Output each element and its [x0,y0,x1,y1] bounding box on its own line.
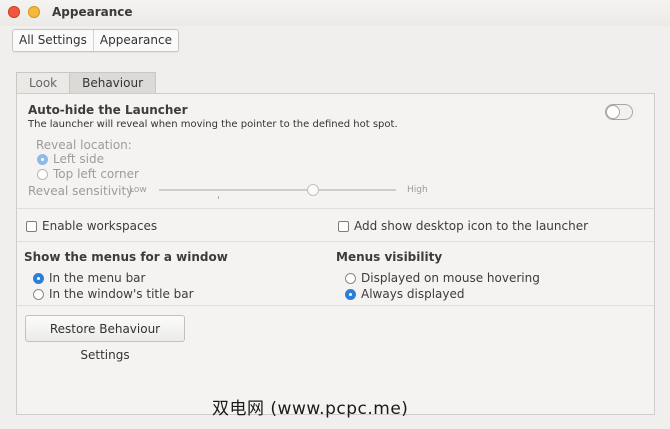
radio-indicator [345,272,356,284]
radio-indicator [33,288,44,300]
reveal-top-left-label: Top left corner [53,167,139,181]
reveal-top-left-radio[interactable]: Top left corner [37,167,139,181]
breadcrumb-all-settings[interactable]: All Settings [13,30,93,51]
enable-workspaces-checkbox[interactable]: Enable workspaces [26,219,157,233]
title-bar: Appearance [0,0,670,26]
slider-handle[interactable] [307,184,320,196]
menu-in-menubar-label: In the menu bar [49,271,146,285]
visibility-hover-radio[interactable]: Displayed on mouse hovering [345,271,540,285]
reveal-sensitivity-label: Reveal sensitivity [28,184,134,198]
visibility-always-radio[interactable]: Always displayed [345,287,465,301]
toolbar: All Settings Appearance [0,26,670,56]
breadcrumb-appearance[interactable]: Appearance [92,30,178,51]
visibility-title: Menus visibility [336,250,443,264]
auto-hide-title: Auto-hide the Launcher [28,103,188,117]
visibility-hover-label: Displayed on mouse hovering [361,271,540,285]
auto-hide-toggle[interactable] [605,104,633,120]
sensitivity-slider[interactable] [159,189,396,191]
divider [17,208,654,209]
enable-workspaces-label: Enable workspaces [42,219,158,233]
show-desktop-icon-label: Add show desktop icon to the launcher [354,219,589,233]
behaviour-panel: Auto-hide the Launcher The launcher will… [16,93,655,415]
radio-indicator [37,168,48,180]
toggle-knob [606,105,620,119]
sensitivity-low-label: Low [129,185,147,195]
sensitivity-high-label: High [407,185,428,195]
reveal-location-label: Reveal location: [36,138,132,152]
slider-tick [218,196,219,199]
radio-indicator [345,288,356,300]
visibility-always-label: Always displayed [361,287,465,301]
watermark-text: 双电网 (www.pcpc.me) [212,399,409,419]
radio-indicator [33,272,44,284]
tab-look[interactable]: Look [16,72,71,94]
menu-in-titlebar-radio[interactable]: In the window's title bar [33,287,194,301]
auto-hide-description: The launcher will reveal when moving the… [28,119,398,130]
divider [17,305,654,306]
checkbox-box [26,220,37,232]
tab-bar: Look Behaviour [16,72,156,94]
menus-title: Show the menus for a window [24,250,228,264]
window-title: Appearance [52,5,133,19]
menu-in-menubar-radio[interactable]: In the menu bar [33,271,145,285]
divider [17,241,654,242]
radio-indicator [37,153,48,165]
menu-in-titlebar-label: In the window's title bar [49,287,194,301]
minimize-button[interactable] [28,6,40,18]
reveal-left-side-radio[interactable]: Left side [37,152,104,166]
checkbox-box [338,220,349,232]
breadcrumb: All Settings Appearance [12,29,179,52]
restore-behaviour-button[interactable]: Restore Behaviour Settings [25,315,185,362]
tab-behaviour[interactable]: Behaviour [69,72,156,94]
show-desktop-icon-checkbox[interactable]: Add show desktop icon to the launcher [338,219,588,233]
reveal-left-side-label: Left side [53,152,104,166]
close-button[interactable] [8,6,20,18]
